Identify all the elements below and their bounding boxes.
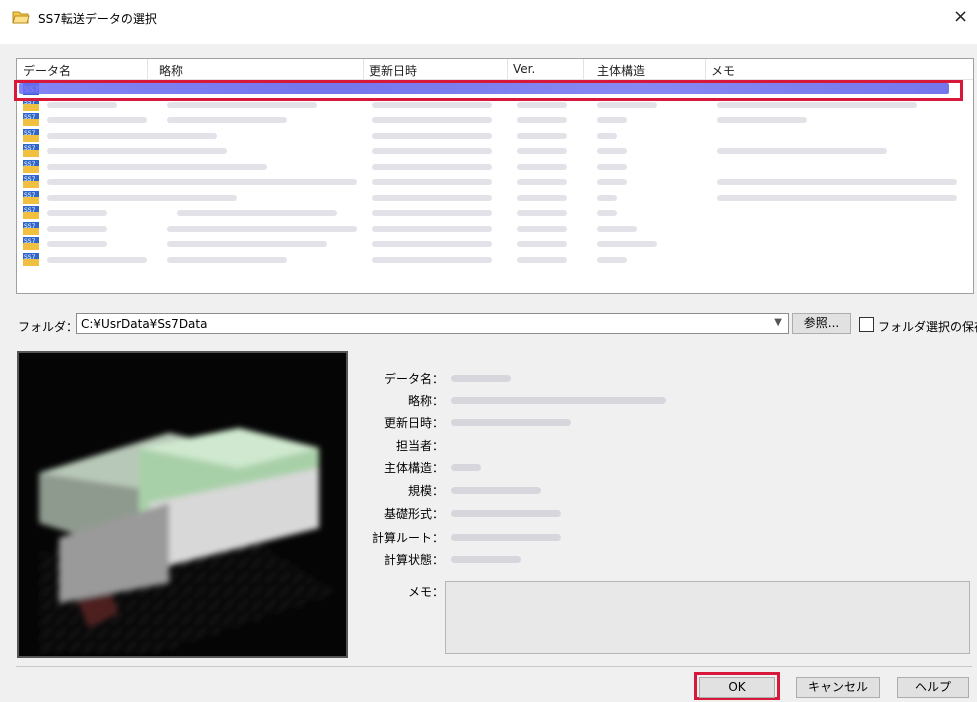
- list-item[interactable]: SS7: [17, 128, 957, 144]
- list-item[interactable]: SS7: [17, 112, 957, 128]
- column-header-memo[interactable]: メモ: [711, 62, 735, 79]
- property-value: [451, 510, 561, 517]
- property-label-route: 計算ルート：: [371, 531, 444, 545]
- svg-text:SS7: SS7: [24, 192, 36, 199]
- property-value: [451, 375, 511, 382]
- list-item[interactable]: SS7: [17, 190, 957, 206]
- svg-text:SS7: SS7: [24, 254, 36, 261]
- property-label-updated: 更新日時：: [383, 416, 444, 430]
- property-label-calc-state: 計算状態：: [383, 553, 444, 567]
- list-item[interactable]: SS7: [17, 174, 957, 190]
- ss7-file-icon: SS7: [23, 159, 39, 173]
- browse-button[interactable]: 参照...: [792, 313, 851, 334]
- building-3d-preview-icon: [19, 353, 346, 656]
- ss7-file-icon: SS7: [23, 144, 39, 157]
- selection-highlight: [14, 80, 963, 101]
- list-item[interactable]: SS7: [17, 159, 957, 175]
- svg-text:SS7: SS7: [24, 114, 36, 121]
- list-header: データ名 略称 更新日時 Ver. 主体構造 メモ: [17, 59, 973, 80]
- folder-path: C:¥UsrData¥Ss7Data: [81, 317, 208, 331]
- ss7-file-icon: SS7: [23, 190, 39, 204]
- column-header-structure[interactable]: 主体構造: [597, 62, 645, 79]
- list-rows: SS7 SS7 SS7 SS7 SS7 SS7 SS7 SS7 SS7 SS7 …: [17, 81, 957, 267]
- property-label-data-name: データ名：: [383, 372, 444, 386]
- preview-image: [17, 351, 348, 658]
- ss7-file-icon: SS7: [23, 237, 39, 250]
- property-label-foundation: 基礎形式：: [383, 507, 444, 521]
- column-header-updated[interactable]: 更新日時: [369, 62, 417, 79]
- property-value: [451, 397, 666, 404]
- column-header-data-name[interactable]: データ名: [23, 62, 71, 79]
- save-folder-label: フォルダ選択の保存: [878, 320, 977, 334]
- ss7-file-icon: SS7: [23, 175, 39, 188]
- ss7-file-icon: SS7: [23, 206, 39, 219]
- list-item[interactable]: SS7: [17, 143, 957, 159]
- svg-text:SS7: SS7: [24, 223, 36, 230]
- property-label-memo: メモ：: [407, 585, 444, 599]
- property-value: [451, 534, 561, 541]
- ok-button[interactable]: OK: [699, 677, 775, 698]
- property-value: [451, 464, 481, 471]
- window-title: SS7転送データの選択: [38, 12, 157, 26]
- ss7-file-icon: SS7: [23, 252, 39, 266]
- svg-text:SS7: SS7: [24, 207, 36, 214]
- divider: [16, 666, 972, 667]
- svg-text:SS7: SS7: [24, 161, 36, 168]
- svg-text:SS7: SS7: [24, 145, 36, 152]
- list-item[interactable]: SS7: [17, 205, 957, 221]
- svg-text:SS7: SS7: [24, 238, 36, 245]
- title-bar: SS7転送データの選択 ×: [0, 0, 977, 44]
- svg-text:SS7: SS7: [24, 176, 36, 183]
- ss7-file-icon: SS7: [23, 113, 39, 126]
- property-label-abbr: 略称：: [407, 394, 444, 408]
- folder-combobox[interactable]: C:¥UsrData¥Ss7Data ▼: [76, 313, 789, 334]
- property-label-scale: 規模：: [407, 484, 444, 498]
- folder-open-icon: [12, 11, 30, 24]
- svg-text:SS7: SS7: [24, 130, 36, 137]
- cancel-button[interactable]: キャンセル: [796, 677, 880, 698]
- ss7-file-icon: SS7: [23, 221, 39, 235]
- property-value: [451, 487, 541, 494]
- property-value: [451, 419, 571, 426]
- list-item[interactable]: SS7: [17, 252, 957, 268]
- help-button[interactable]: ヘルプ: [897, 677, 969, 698]
- save-folder-checkbox[interactable]: [859, 317, 874, 332]
- memo-field[interactable]: [445, 581, 970, 654]
- ss7-file-icon: SS7: [23, 128, 39, 142]
- list-item[interactable]: SS7: [17, 221, 957, 237]
- property-label-structure: 主体構造：: [383, 461, 444, 475]
- property-label-person: 担当者：: [395, 439, 444, 453]
- chevron-down-icon[interactable]: ▼: [774, 317, 782, 328]
- close-button[interactable]: ×: [953, 6, 968, 27]
- list-item[interactable]: SS7: [17, 236, 957, 252]
- property-value: [451, 556, 521, 563]
- column-header-ver[interactable]: Ver.: [513, 62, 535, 76]
- column-header-abbr[interactable]: 略称: [159, 62, 183, 79]
- folder-label: フォルダ：: [18, 320, 79, 334]
